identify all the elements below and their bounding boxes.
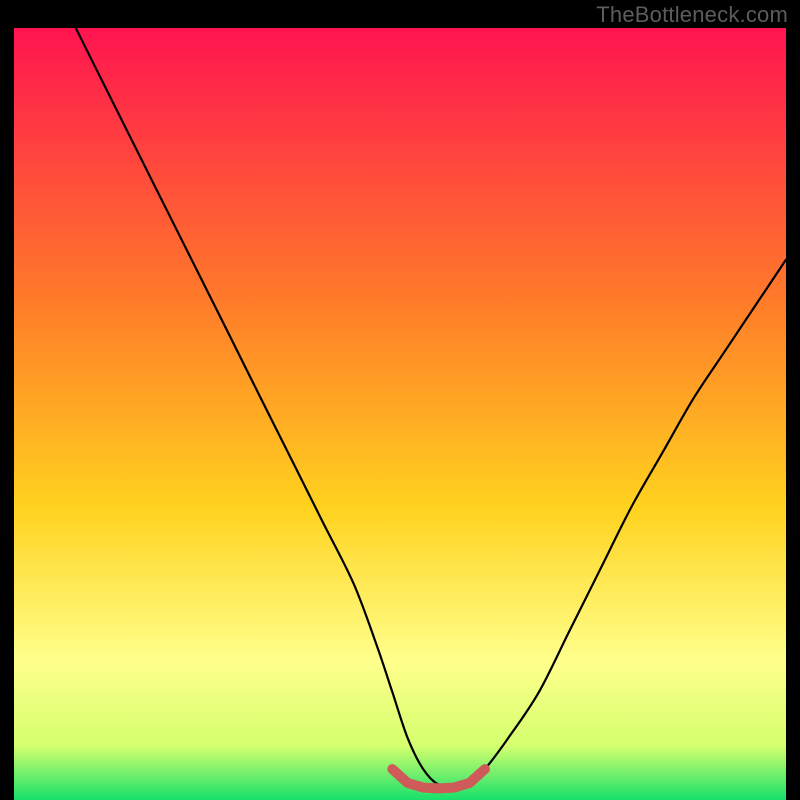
chart-frame (14, 28, 786, 800)
gradient-background (14, 28, 786, 800)
bottleneck-curve-chart (14, 28, 786, 800)
watermark-text: TheBottleneck.com (596, 2, 788, 28)
